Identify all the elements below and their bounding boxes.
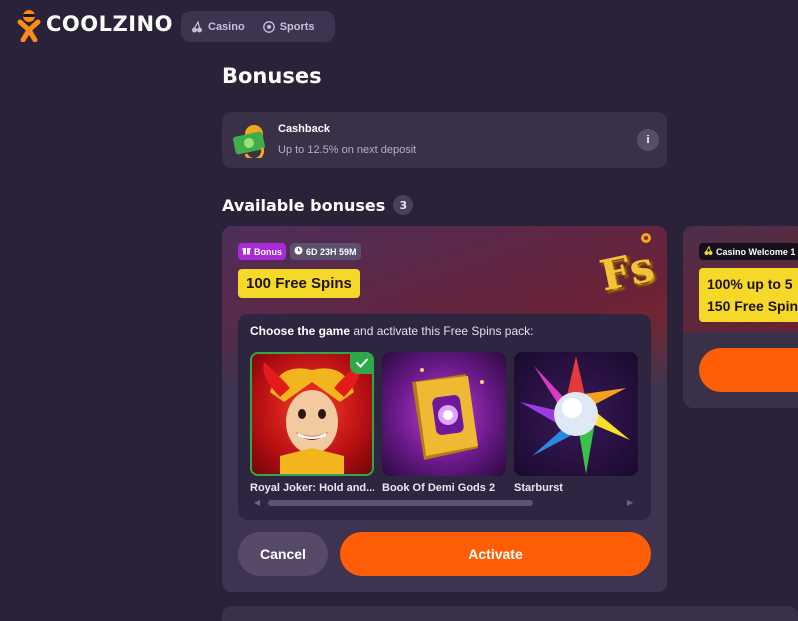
bonus-tag: Bonus [238,243,286,260]
game-prompt-bold: Choose the game [250,324,351,338]
scrollbar-thumb[interactable] [268,500,533,506]
bonus-tags: Bonus 6D 23H 59M [238,243,361,260]
selected-check-icon [350,352,374,374]
game-list-scrollbar[interactable]: ◀ ▶ [254,498,635,508]
next-bonus-card [222,606,798,621]
second-card-activate-button[interactable] [699,348,798,392]
clock-icon [294,246,303,257]
book-of-demi-gods-thumbnail [382,352,506,476]
main-nav: Casino Sports [181,11,335,42]
free-spins-bonus-card: Bonus 6D 23H 59M 100 Free Spins Fs Fs Ch… [222,226,667,592]
game-card-royal-joker[interactable]: Royal Joker: Hold and... [250,352,374,494]
welcome-bonus-line2: 150 Free Spin [707,298,798,314]
welcome-bonus-label: 100% up to 5 150 Free Spin [699,268,798,322]
info-button[interactable]: i [637,129,659,151]
cashback-card[interactable]: Cashback Up to 12.5% on next deposit i [222,112,667,168]
game-name: Royal Joker: Hold and... [250,482,374,494]
bonus-title-label: 100 Free Spins [238,269,360,298]
gift-icon [242,246,251,257]
available-bonuses-heading: Available bonuses 3 [222,195,414,215]
game-name: Starburst [514,482,563,494]
free-spins-fs-icon: Fs Fs [594,230,664,304]
game-prompt: Choose the game and activate this Free S… [250,324,533,338]
nav-casino-label: Casino [208,20,245,33]
casino-welcome-tag-label: Casino Welcome 1 [716,246,796,257]
timer-tag: 6D 23H 59M [290,243,361,260]
scroll-right-icon[interactable]: ▶ [627,499,635,507]
game-card-starburst[interactable]: Starburst [514,352,638,494]
nav-casino[interactable]: Casino [191,20,245,33]
welcome-bonus-line1: 100% up to 5 [707,276,793,292]
cancel-button[interactable]: Cancel [238,532,328,576]
game-prompt-rest: and activate this Free Spins pack: [350,324,534,338]
activate-button[interactable]: Activate [340,532,651,576]
scroll-left-icon[interactable]: ◀ [254,499,262,507]
cashback-subtitle: Up to 12.5% on next deposit [278,144,417,156]
mascot-icon [14,8,44,43]
bonus-count-badge: 3 [393,195,414,215]
starburst-thumbnail [514,352,638,476]
page-title: Bonuses [222,64,322,88]
cherries-icon [704,245,713,257]
top-header: COOLZINO Casino Sports [0,0,798,56]
game-card-book-of-demi-gods-2[interactable]: Book Of Demi Gods 2 [382,352,506,494]
game-name: Book Of Demi Gods 2 [382,482,496,494]
game-selection-panel: Choose the game and activate this Free S… [238,314,651,520]
nav-sports-label: Sports [279,20,315,33]
money-icon [232,122,270,162]
casino-welcome-bonus-card: Casino Welcome 1 100% up to 5 150 Free S… [683,226,798,408]
nav-sports[interactable]: Sports [262,20,315,33]
brand-name: COOLZINO [46,12,173,36]
available-bonuses-title: Available bonuses [222,195,386,215]
brand-logo[interactable]: COOLZINO [14,8,173,43]
cherries-icon [191,20,203,33]
soccer-ball-icon [262,20,275,33]
timer-tag-label: 6D 23H 59M [306,246,357,257]
cashback-title: Cashback [278,123,330,135]
bonus-tag-label: Bonus [254,246,282,257]
royal-joker-thumbnail [250,352,374,476]
casino-welcome-tag: Casino Welcome 1 [699,243,798,260]
game-list: Royal Joker: Hold and... Book Of Demi Go… [250,352,638,494]
